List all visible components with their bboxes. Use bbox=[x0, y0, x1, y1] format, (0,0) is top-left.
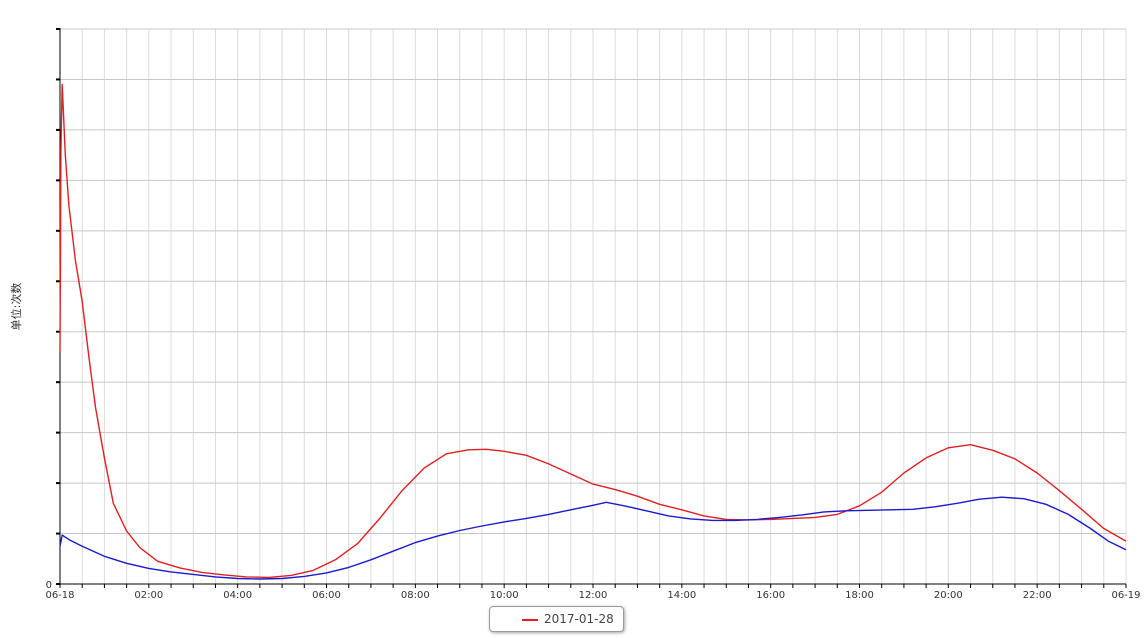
y-axis-title: 单位:次数 bbox=[9, 283, 23, 331]
chart-container: 0 06-18 02:00 04:00 06:00 08:00 10:00 12:00 14:0… bbox=[0, 0, 1148, 638]
legend-label-series-1: 2017-01-28 bbox=[544, 612, 614, 626]
x-tick-label: 10:00 bbox=[490, 590, 519, 600]
legend[interactable]: 2017-01-28 bbox=[489, 606, 624, 632]
x-tick-label: 18:00 bbox=[845, 590, 874, 600]
x-tick-label: 02:00 bbox=[134, 590, 163, 600]
x-tick-label: 08:00 bbox=[401, 590, 430, 600]
legend-swatch-series-1 bbox=[522, 619, 538, 621]
x-tick-label: 06-19 bbox=[1111, 590, 1140, 600]
x-tick-label: 06:00 bbox=[312, 590, 341, 600]
x-tick-label: 12:00 bbox=[579, 590, 608, 600]
x-tick-label: 16:00 bbox=[756, 590, 785, 600]
grid-layer bbox=[60, 28, 1127, 584]
x-tick-label: 06-18 bbox=[45, 590, 74, 600]
x-tick-label: 04:00 bbox=[223, 590, 252, 600]
x-tick-label: 14:00 bbox=[667, 590, 696, 600]
line-chart: 006-18 02:00 04:00 06:00 08:00 10:00 12:00 14:0… bbox=[9, 28, 1141, 601]
x-tick-label: 22:00 bbox=[1023, 590, 1052, 600]
x-tick-label: 20:00 bbox=[934, 590, 963, 600]
